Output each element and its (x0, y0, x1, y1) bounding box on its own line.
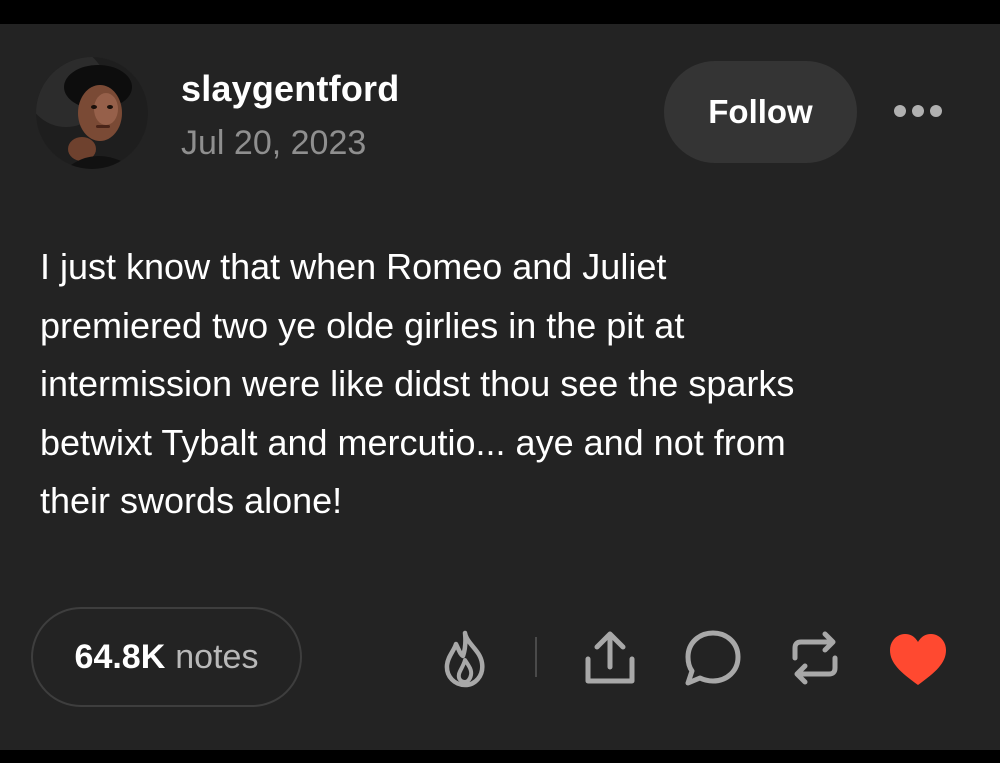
post-body: I just know that when Romeo and Juliet p… (40, 238, 960, 531)
post-body-line: their swords alone! (40, 480, 343, 521)
blaze-icon[interactable] (440, 630, 490, 688)
post-card: slaygentford Jul 20, 2023 Follow I just … (0, 24, 1000, 750)
post-body-line: premiered two ye olde girlies in the pit… (40, 304, 685, 346)
action-divider (535, 637, 537, 677)
reply-icon[interactable] (683, 628, 743, 688)
follow-button[interactable]: Follow (664, 61, 857, 163)
share-icon[interactable] (583, 629, 637, 687)
username[interactable]: slaygentford (181, 68, 399, 110)
notes-button[interactable]: 64.8K notes (31, 607, 302, 707)
post-body-line: intermission were like didst thou see th… (40, 363, 795, 404)
avatar[interactable] (36, 57, 148, 169)
like-icon[interactable] (888, 632, 948, 688)
notes-count: 64.8K (74, 637, 166, 676)
reblog-icon[interactable] (787, 628, 843, 688)
post-body-line: I just know that when Romeo and Juliet (40, 246, 667, 287)
more-options-icon[interactable] (888, 96, 948, 126)
notes-label: notes (175, 637, 259, 676)
post-body-line: betwixt Tybalt and mercutio... aye and n… (40, 421, 786, 463)
post-date: Jul 20, 2023 (181, 124, 367, 162)
avatar-image (36, 57, 148, 169)
